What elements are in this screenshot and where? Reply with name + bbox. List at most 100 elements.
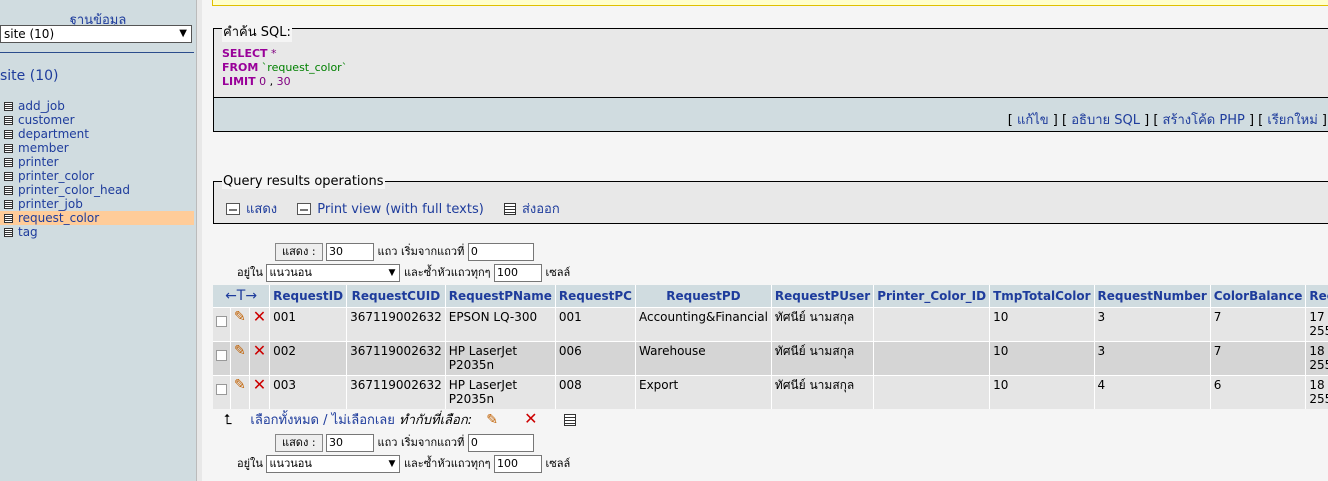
with-selected-label: ทำกับที่เลือก: bbox=[399, 413, 473, 428]
table-item-member[interactable]: member bbox=[0, 141, 194, 155]
column-header[interactable]: Printer_Color_ID bbox=[873, 285, 991, 308]
column-header[interactable]: RequestPUser bbox=[771, 285, 875, 308]
table-row: ✎ ✕ 002 367119002632 HP LaserJet P2035n … bbox=[213, 341, 1328, 376]
print-icon bbox=[226, 203, 240, 215]
column-header[interactable]: RequestPD bbox=[635, 285, 772, 308]
table-icon[interactable] bbox=[4, 144, 13, 153]
column-header[interactable]: ColorBalance bbox=[1210, 285, 1307, 308]
sql-keyword: FROM bbox=[222, 61, 259, 74]
mode-select[interactable]: แนวนอน ▼ bbox=[266, 264, 401, 282]
create-php-link[interactable]: สร้างโค้ด PHP bbox=[1163, 113, 1245, 128]
repeat-input[interactable]: 100 bbox=[494, 455, 543, 473]
table-item-customer[interactable]: customer bbox=[0, 113, 194, 127]
table-item-printer-job[interactable]: printer_job bbox=[0, 197, 194, 211]
table-icon[interactable] bbox=[4, 214, 13, 223]
explain-sql-link[interactable]: อธิบาย SQL bbox=[1071, 113, 1140, 128]
refresh-link[interactable]: เรียกใหม่ bbox=[1267, 113, 1317, 128]
table-item-add-job[interactable]: add_job bbox=[0, 99, 194, 113]
table-link[interactable]: request_color bbox=[18, 211, 99, 225]
table-link[interactable]: customer bbox=[18, 113, 75, 127]
table-icon[interactable] bbox=[4, 228, 13, 237]
table-link[interactable]: add_job bbox=[18, 99, 65, 113]
start-row-input[interactable]: 0 bbox=[467, 434, 534, 452]
sql-number: 30 bbox=[276, 75, 291, 88]
table-item-printer-color-head[interactable]: printer_color_head bbox=[0, 183, 194, 197]
table-link[interactable]: printer bbox=[18, 155, 59, 169]
table-item-request-color[interactable]: request_color bbox=[0, 211, 194, 225]
export-icon[interactable] bbox=[563, 414, 576, 426]
cell: 10 bbox=[989, 307, 1095, 342]
table-row: ✎ ✕ 003 367119002632 HP LaserJet P2035n … bbox=[213, 375, 1328, 409]
table-item-department[interactable]: department bbox=[0, 127, 194, 141]
delete-x-icon[interactable]: ✕ bbox=[253, 309, 266, 327]
print-view-label: Print view (with full texts) bbox=[317, 202, 484, 217]
column-header[interactable]: RequestID bbox=[269, 285, 348, 308]
cell: 7 bbox=[1210, 307, 1307, 342]
pencil-icon[interactable]: ✎ bbox=[234, 309, 246, 325]
pencil-icon[interactable]: ✎ bbox=[486, 412, 498, 428]
table-icon[interactable] bbox=[4, 116, 13, 125]
edit-cell: ✎ bbox=[230, 307, 250, 342]
table-link[interactable]: printer_color_head bbox=[18, 183, 130, 197]
sort-arrows-icon[interactable]: ←T→ bbox=[225, 288, 257, 304]
delete-x-icon[interactable]: ✕ bbox=[524, 409, 537, 428]
column-header[interactable]: RequestNumber bbox=[1094, 285, 1211, 308]
delete-x-icon[interactable]: ✕ bbox=[253, 343, 266, 361]
database-select[interactable]: site (10) ▼ bbox=[0, 25, 192, 43]
pencil-icon[interactable]: ✎ bbox=[234, 343, 246, 359]
edit-sql-link[interactable]: แก้ไข bbox=[1017, 113, 1049, 128]
repeat-input[interactable]: 100 bbox=[494, 264, 543, 282]
table-icon[interactable] bbox=[4, 158, 13, 167]
delete-cell: ✕ bbox=[249, 341, 271, 376]
table-link[interactable]: tag bbox=[18, 225, 38, 239]
column-header[interactable]: RequestCUID bbox=[346, 285, 446, 308]
mode-label: อยู่ใน bbox=[237, 266, 263, 279]
table-icon[interactable] bbox=[4, 130, 13, 139]
sql-keyword: SELECT bbox=[222, 47, 268, 60]
table-link[interactable]: department bbox=[18, 127, 89, 141]
table-icon[interactable] bbox=[4, 186, 13, 195]
column-header[interactable]: Rec bbox=[1305, 285, 1328, 308]
table-icon[interactable] bbox=[4, 102, 13, 111]
chevron-down-icon: ▼ bbox=[388, 268, 396, 278]
cell: 367119002632 bbox=[346, 341, 446, 376]
row-checkbox[interactable] bbox=[216, 316, 227, 327]
cell: 367119002632 bbox=[346, 375, 446, 409]
table-link[interactable]: printer_color bbox=[18, 169, 94, 183]
table-item-printer-color[interactable]: printer_color bbox=[0, 169, 194, 183]
sort-arrows-header[interactable]: ←T→ bbox=[213, 285, 271, 308]
cell: 4 bbox=[1094, 375, 1211, 409]
cells-label: เซลล์ bbox=[545, 266, 571, 279]
column-header[interactable]: RequestPName bbox=[445, 285, 556, 308]
rows-input[interactable]: 30 bbox=[326, 243, 375, 261]
export-link[interactable]: ส่งออก bbox=[503, 202, 560, 217]
cell: Warehouse bbox=[635, 341, 772, 376]
rows-input[interactable]: 30 bbox=[326, 434, 375, 452]
row-checkbox[interactable] bbox=[216, 350, 227, 361]
delete-x-icon[interactable]: ✕ bbox=[253, 376, 266, 394]
table-item-tag[interactable]: tag bbox=[0, 225, 194, 239]
table-icon[interactable] bbox=[4, 172, 13, 181]
table-link[interactable]: member bbox=[18, 141, 69, 155]
mode-select[interactable]: แนวนอน ▼ bbox=[266, 455, 401, 473]
show-button[interactable]: แสดง : bbox=[275, 434, 323, 452]
column-header[interactable]: RequestPC bbox=[555, 285, 636, 308]
show-button[interactable]: แสดง : bbox=[275, 243, 323, 261]
cell: 003 bbox=[269, 375, 348, 409]
deselect-all-link[interactable]: ไม่เลือกเลย bbox=[332, 413, 395, 428]
select-all-link[interactable]: เลือกทั้งหมด bbox=[250, 413, 319, 428]
sql-table-name: `request_color` bbox=[261, 61, 348, 74]
pencil-icon[interactable]: ✎ bbox=[234, 377, 246, 393]
table-link[interactable]: printer_job bbox=[18, 197, 83, 211]
start-row-input[interactable]: 0 bbox=[467, 243, 534, 261]
column-header[interactable]: TmpTotalColor bbox=[989, 285, 1095, 308]
table-icon[interactable] bbox=[4, 200, 13, 209]
row-checkbox[interactable] bbox=[216, 384, 227, 395]
delete-cell: ✕ bbox=[249, 375, 271, 409]
print-view-link[interactable]: Print view (with full texts) bbox=[297, 202, 484, 217]
cell: 3 bbox=[1094, 307, 1211, 342]
cell: 18 ห 255 bbox=[1305, 375, 1328, 409]
table-item-printer[interactable]: printer bbox=[0, 155, 194, 169]
database-title[interactable]: site (10) bbox=[0, 68, 58, 84]
show-link[interactable]: แสดง bbox=[226, 202, 277, 217]
